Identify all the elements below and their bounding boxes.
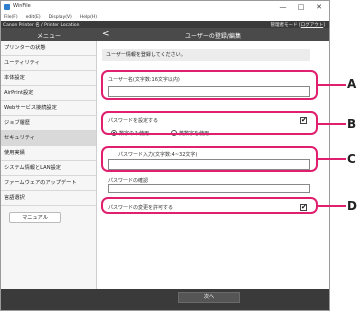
callout-label-a: A: [347, 77, 357, 91]
menu-help[interactable]: Help(H): [80, 15, 97, 20]
callout-line-d: [318, 205, 346, 207]
sidebar-item-firmware[interactable]: ファームウェアのアップデート: [1, 176, 96, 191]
header: メニュー < ユーザーの登録/編集: [1, 28, 329, 41]
password-confirm-input[interactable]: [108, 184, 310, 193]
password-confirm-label: パスワードの確認: [108, 178, 149, 184]
callout-box-c: [101, 146, 318, 172]
sidebar-item-language[interactable]: 言語選択: [1, 191, 96, 206]
callout-line-b: [318, 123, 346, 125]
menu-title: メニュー: [36, 33, 61, 40]
close-button[interactable]: ✕: [313, 2, 325, 12]
status-bar: Canon Printer 名 / Printer Location 管理者モー…: [1, 21, 329, 28]
menu-file[interactable]: File(F): [4, 15, 18, 20]
minimize-button[interactable]: —: [277, 2, 289, 12]
callout-line-c: [318, 158, 346, 160]
callout-box-d: [101, 197, 318, 214]
callout-box-a: [101, 70, 318, 100]
sidebar-item-system-lan[interactable]: システム情報とLAN設定: [1, 161, 96, 176]
menu-display[interactable]: Display(V): [49, 15, 72, 20]
callout-label-d: D: [347, 199, 357, 213]
callout-label-c: C: [347, 152, 356, 166]
page-title: ユーザーの登録/編集: [185, 33, 241, 40]
menu-bar: File(F) edit(E) Display(V) Help(H): [1, 13, 329, 21]
callout-box-b: [101, 111, 318, 135]
sidebar-item-web-service[interactable]: Webサービス接続設定: [1, 101, 96, 116]
maximize-button[interactable]: □: [295, 2, 307, 12]
title-bar: WinFile — □ ✕: [1, 1, 329, 13]
sidebar-item-utility[interactable]: ユーティリティ: [1, 56, 96, 71]
callout-label-b: B: [347, 117, 357, 131]
sidebar-item-usage[interactable]: 使用実績: [1, 146, 96, 161]
sidebar: プリンターの状態 ユーティリティ 本体設定 AirPrint設定 Webサービス…: [1, 41, 97, 289]
sidebar-item-device-settings[interactable]: 本体設定: [1, 71, 96, 86]
sidebar-item-job-history[interactable]: ジョブ履歴: [1, 116, 96, 131]
next-button[interactable]: 次へ: [178, 292, 240, 303]
notice-text: ユーザー情報を登録してください。: [102, 49, 310, 61]
callout-line-a: [318, 84, 346, 86]
menu-edit[interactable]: edit(E): [26, 15, 41, 20]
footer: 次へ: [1, 289, 329, 310]
sidebar-item-security[interactable]: セキュリティ: [1, 131, 96, 146]
window-title: WinFile: [13, 3, 31, 9]
sidebar-item-airprint[interactable]: AirPrint設定: [1, 86, 96, 101]
app-icon: [4, 4, 10, 10]
manual-button[interactable]: マニュアル: [9, 212, 61, 223]
sidebar-item-printer-status[interactable]: プリンターの状態: [1, 41, 96, 56]
